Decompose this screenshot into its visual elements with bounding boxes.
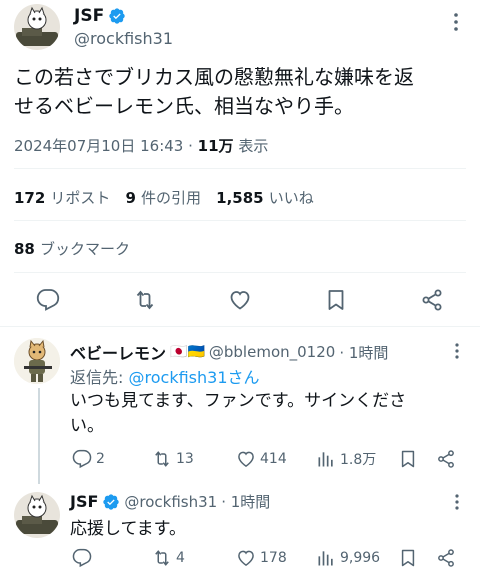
reply-author-name[interactable]: ベビーレモン	[70, 340, 166, 364]
like-button[interactable]: 414	[236, 449, 287, 469]
verified-badge-icon	[108, 7, 126, 25]
reply-author-name[interactable]: JSF	[70, 492, 98, 511]
like-button[interactable]: 178	[236, 548, 287, 568]
like-icon[interactable]	[228, 288, 252, 312]
share-icon[interactable]	[420, 288, 444, 312]
bookmark-icon[interactable]	[324, 288, 348, 312]
repost-count: 4	[176, 550, 185, 566]
reply-icon[interactable]	[36, 288, 60, 312]
views-label: 表示	[238, 137, 269, 155]
tweet-text-line: せるベビーレモン氏、相当なやり手。	[14, 94, 354, 118]
verified-badge-icon	[102, 493, 120, 511]
author-name[interactable]: JSF	[74, 6, 104, 26]
share-icon[interactable]	[436, 548, 456, 568]
bookmarks-stat[interactable]: 88 ブックマーク	[14, 238, 130, 259]
reply-to-label: 返信先:	[70, 368, 124, 387]
views-button[interactable]: 1.8万	[316, 449, 376, 469]
tweet-text-line: この若さでブリカス風の慇懃無礼な嫌味を返	[14, 65, 414, 89]
more-icon[interactable]	[450, 342, 464, 360]
bookmark-icon[interactable]	[398, 548, 418, 568]
repost-button[interactable]: 4	[152, 548, 185, 568]
reply-text: 応援してます。	[70, 519, 186, 539]
reply-time[interactable]: · 1時間	[221, 491, 270, 512]
views-count: 11万	[197, 137, 234, 155]
views-button[interactable]: 9,996	[316, 548, 380, 568]
reply-author-handle[interactable]: @rockfish31	[124, 493, 217, 511]
more-icon[interactable]	[450, 493, 464, 511]
repost-button[interactable]: 13	[152, 449, 194, 469]
reposts-stat[interactable]: 172 リポスト	[14, 188, 116, 207]
reply-time[interactable]: · 1時間	[339, 342, 388, 363]
quotes-stat[interactable]: 9 件の引用	[126, 188, 207, 207]
reply-author-handle[interactable]: @bblemon_0120	[209, 343, 335, 361]
likes-stat[interactable]: 1,585 いいね	[216, 188, 314, 207]
tweet-timestamp[interactable]: 2024年07月10日 16:43	[14, 137, 183, 155]
bookmark-icon[interactable]	[398, 449, 418, 469]
author-avatar[interactable]	[14, 4, 60, 50]
reply-count: 2	[96, 451, 105, 467]
views-count: 9,996	[340, 550, 381, 566]
more-icon[interactable]	[446, 12, 466, 32]
reply-to-handle[interactable]: @rockfish31さん	[129, 368, 260, 387]
like-count: 178	[260, 550, 287, 566]
reply-button[interactable]: 2	[72, 449, 105, 469]
thread-line	[38, 388, 40, 484]
reply-button[interactable]	[72, 548, 96, 568]
reply-avatar[interactable]	[14, 492, 60, 538]
reply-avatar[interactable]	[14, 338, 60, 384]
author-handle[interactable]: @rockfish31	[74, 29, 173, 48]
views-count: 1.8万	[340, 452, 377, 468]
repost-count: 13	[176, 451, 194, 467]
reply-text-line: いつも見てます、ファンです。サインくださ	[70, 391, 407, 411]
author-flags: 🇯🇵🇺🇦	[170, 344, 205, 360]
share-icon[interactable]	[436, 449, 456, 469]
reply-text-line: い。	[70, 416, 104, 436]
repost-icon[interactable]	[133, 288, 157, 312]
like-count: 414	[260, 451, 287, 467]
